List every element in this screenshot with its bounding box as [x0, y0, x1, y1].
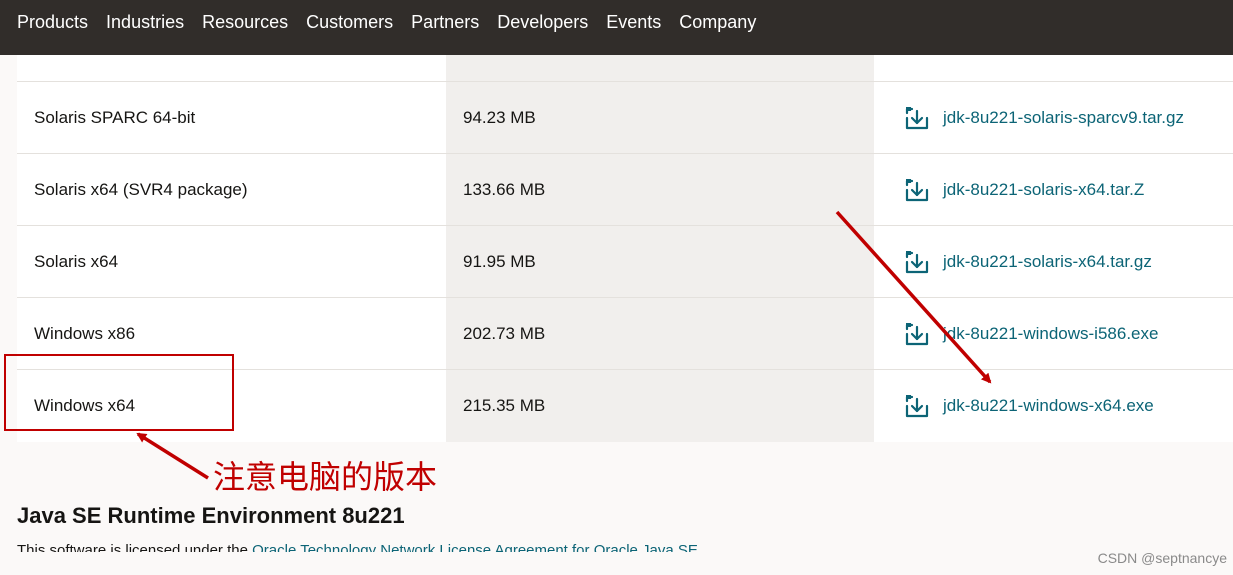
nav-item-developers[interactable]: Developers	[497, 13, 588, 31]
nav-item-customers[interactable]: Customers	[306, 13, 393, 31]
download-table: Solaris SPARC 64-bit 94.23 MB jdk-8u221-…	[17, 55, 1233, 442]
nav-item-products[interactable]: Products	[17, 13, 88, 31]
download-icon	[905, 395, 929, 418]
section-title: Java SE Runtime Environment 8u221	[17, 503, 405, 528]
product-label: Solaris SPARC 64-bit	[34, 108, 196, 127]
table-row: Solaris SPARC 64-bit 94.23 MB jdk-8u221-…	[17, 82, 1233, 154]
file-size: 91.95 MB	[463, 252, 536, 271]
license-text: This software is licensed under the Orac…	[17, 541, 698, 552]
download-link[interactable]: jdk-8u221-solaris-x64.tar.Z	[903, 176, 1144, 204]
download-filename: jdk-8u221-windows-i586.exe	[943, 324, 1159, 343]
download-filename: jdk-8u221-windows-x64.exe	[943, 396, 1154, 415]
top-navigation: Products Industries Resources Customers …	[0, 0, 1233, 55]
download-filename: jdk-8u221-solaris-x64.tar.gz	[943, 252, 1152, 271]
file-size: 215.35 MB	[463, 396, 546, 415]
annotation-text: 注意电脑的版本	[213, 458, 438, 496]
download-link[interactable]: jdk-8u221-windows-x64.exe	[903, 392, 1154, 420]
download-filename: jdk-8u221-solaris-sparcv9.tar.gz	[943, 108, 1184, 127]
product-label: Solaris x64 (SVR4 package)	[34, 180, 248, 199]
nav-item-partners[interactable]: Partners	[411, 13, 479, 31]
table-row: Windows x64 215.35 MB jdk-8u221-windows-…	[17, 370, 1233, 442]
download-link[interactable]: jdk-8u221-solaris-x64.tar.gz	[903, 248, 1152, 276]
nav-item-industries[interactable]: Industries	[106, 13, 184, 31]
product-label: Solaris x64	[34, 252, 119, 271]
file-size: 202.73 MB	[463, 324, 546, 343]
download-icon	[905, 107, 929, 130]
table-row: Solaris x64 91.95 MB jdk-8u221-solaris-x…	[17, 226, 1233, 298]
download-icon	[905, 179, 929, 202]
download-link[interactable]: jdk-8u221-solaris-sparcv9.tar.gz	[903, 104, 1184, 132]
license-link[interactable]: Oracle Technology Network License Agreem…	[252, 542, 698, 552]
download-icon	[905, 323, 929, 346]
download-filename: jdk-8u221-solaris-x64.tar.Z	[943, 180, 1145, 199]
file-size: 133.66 MB	[463, 180, 546, 199]
file-size: 94.23 MB	[463, 108, 536, 127]
product-label: Windows x86	[34, 324, 136, 343]
download-icon	[905, 251, 929, 274]
watermark: CSDN @septnancye	[1097, 550, 1227, 566]
license-prefix: This software is licensed under the	[17, 542, 253, 552]
table-row: Windows x86 202.73 MB jdk-8u221-windows-…	[17, 298, 1233, 370]
nav-item-company[interactable]: Company	[679, 13, 756, 31]
table-row: Solaris x64 (SVR4 package) 133.66 MB jdk…	[17, 154, 1233, 226]
product-label: Windows x64	[34, 396, 136, 415]
download-link[interactable]: jdk-8u221-windows-i586.exe	[903, 320, 1158, 348]
nav-item-events[interactable]: Events	[606, 13, 661, 31]
nav-item-resources[interactable]: Resources	[202, 13, 288, 31]
